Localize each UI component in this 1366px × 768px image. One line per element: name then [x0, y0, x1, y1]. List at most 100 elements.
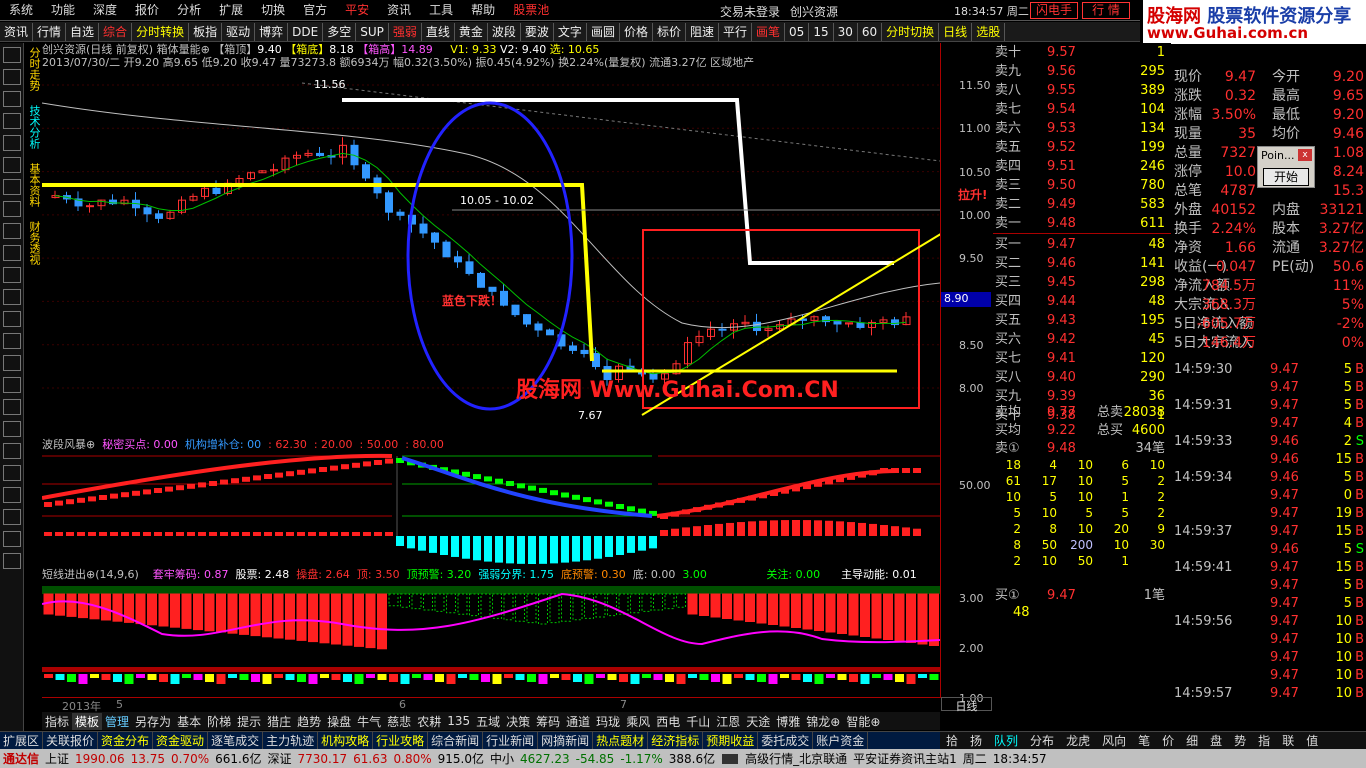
func-tab-13[interactable]: 预期收益: [703, 732, 759, 749]
vtab-0[interactable]: 分时走势: [26, 47, 41, 91]
menu-item-1[interactable]: 功能: [42, 0, 84, 21]
menu-item-4[interactable]: 分析: [168, 0, 210, 21]
indicator-tab-22[interactable]: 江恩: [713, 713, 743, 730]
toolbar-item-22[interactable]: 画笔: [752, 22, 786, 41]
toolbar-item-13[interactable]: 黄金: [455, 22, 488, 41]
left-tool-icon-9[interactable]: [3, 245, 21, 261]
indicator-tab-2[interactable]: 管理: [102, 713, 132, 730]
vtab-3[interactable]: 财务透视: [26, 221, 41, 265]
func-tab-4[interactable]: 逐笔成交: [208, 732, 264, 749]
left-tool-icon-10[interactable]: [3, 267, 21, 283]
right-tab-3[interactable]: 分布: [1024, 732, 1060, 749]
indicator-tab-11[interactable]: 慈悲: [384, 713, 414, 730]
toolbar-item-0[interactable]: 资讯: [0, 22, 34, 41]
toolbar-item-20[interactable]: 阻速: [686, 22, 719, 41]
left-tool-icon-17[interactable]: [3, 421, 21, 437]
vtab-1[interactable]: 技术分析: [26, 105, 41, 149]
menu-item-8[interactable]: 平安: [336, 0, 378, 21]
toolbar-item-12[interactable]: 直线: [422, 22, 455, 41]
indicator-tab-24[interactable]: 博雅: [773, 713, 803, 730]
toolbar-item-9[interactable]: 多空: [323, 22, 357, 41]
func-tab-1[interactable]: 关联报价: [43, 732, 99, 749]
indicator-tab-23[interactable]: 天途: [743, 713, 773, 730]
right-tab-8[interactable]: 细: [1180, 732, 1204, 749]
toolbar-item-19[interactable]: 标价: [653, 22, 686, 41]
func-tab-8[interactable]: 综合新闻: [428, 732, 484, 749]
menu-item-9[interactable]: 资讯: [378, 0, 420, 21]
left-tool-icon-19[interactable]: [3, 465, 21, 481]
func-tab-7[interactable]: 行业攻略: [373, 732, 429, 749]
toolbar-item-14[interactable]: 波段: [488, 22, 521, 41]
toolbar-item-18[interactable]: 价格: [620, 22, 653, 41]
menu-item-10[interactable]: 工具: [420, 0, 462, 21]
menu-item-12[interactable]: 股票池: [504, 0, 558, 21]
indicator-tab-5[interactable]: 阶梯: [204, 713, 234, 730]
func-tab-15[interactable]: 账户资金: [813, 732, 869, 749]
indicator-tab-12[interactable]: 农耕: [414, 713, 444, 730]
menu-item-3[interactable]: 报价: [126, 0, 168, 21]
left-tool-icon-6[interactable]: [3, 179, 21, 195]
left-tool-icon-16[interactable]: [3, 399, 21, 415]
indicator-tab-17[interactable]: 通道: [563, 713, 593, 730]
menu-item-2[interactable]: 深度: [84, 0, 126, 21]
indicator-tab-26[interactable]: 智能⊕: [843, 713, 883, 730]
indicator-tab-3[interactable]: 另存为: [132, 713, 174, 730]
indicator-tab-6[interactable]: 提示: [234, 713, 264, 730]
left-tool-icon-13[interactable]: [3, 333, 21, 349]
menu-item-0[interactable]: 系统: [0, 0, 42, 21]
right-tab-7[interactable]: 价: [1156, 732, 1180, 749]
right-tab-9[interactable]: 盘: [1204, 732, 1228, 749]
indicator-tab-21[interactable]: 千山: [683, 713, 713, 730]
indicator-tab-0[interactable]: 指标: [42, 713, 72, 730]
left-tool-icon-18[interactable]: [3, 443, 21, 459]
indicator-tab-4[interactable]: 基本: [174, 713, 204, 730]
func-tab-14[interactable]: 委托成交: [758, 732, 814, 749]
left-tool-icon-4[interactable]: [3, 135, 21, 151]
toolbar-item-3[interactable]: 综合: [99, 22, 133, 41]
indicator-tab-9[interactable]: 操盘: [324, 713, 354, 730]
left-tool-icon-3[interactable]: [3, 113, 21, 129]
indicator-tab-10[interactable]: 牛气: [354, 713, 384, 730]
left-tool-icon-21[interactable]: [3, 509, 21, 525]
toolbar-item-8[interactable]: DDE: [288, 22, 324, 41]
right-tab-2[interactable]: 队列: [988, 732, 1024, 749]
toolbar-item-27[interactable]: 分时切换: [882, 22, 940, 41]
indicator-tab-25[interactable]: 锦龙⊕: [803, 713, 843, 730]
func-tab-11[interactable]: 热点题材: [593, 732, 649, 749]
right-tab-0[interactable]: 拾: [940, 732, 964, 749]
right-tab-4[interactable]: 龙虎: [1060, 732, 1096, 749]
short-line-indicator[interactable]: [42, 564, 940, 697]
vtab-2[interactable]: 基本资料: [26, 163, 41, 207]
left-tool-icon-23[interactable]: [3, 553, 21, 569]
toolbar-item-7[interactable]: 博弈: [255, 22, 289, 41]
toolbar-item-15[interactable]: 要波: [521, 22, 554, 41]
toolbar-item-29[interactable]: 选股: [972, 22, 1006, 41]
toolbar-item-1[interactable]: 行情: [33, 22, 67, 41]
indicator-tab-19[interactable]: 乘风: [623, 713, 653, 730]
left-tool-icon-5[interactable]: [3, 157, 21, 173]
toolbar-item-10[interactable]: SUP: [356, 22, 389, 41]
left-tool-icon-22[interactable]: [3, 531, 21, 547]
indicator-tab-1[interactable]: 模板: [72, 712, 103, 730]
func-tab-10[interactable]: 网摘新闻: [538, 732, 594, 749]
left-tool-icon-15[interactable]: [3, 377, 21, 393]
toolbar-item-25[interactable]: 30: [834, 22, 858, 41]
indicator-tab-16[interactable]: 筹码: [533, 713, 563, 730]
left-tool-icon-12[interactable]: [3, 311, 21, 327]
toolbar-item-5[interactable]: 板指: [189, 22, 223, 41]
func-tab-9[interactable]: 行业新闻: [483, 732, 539, 749]
func-tab-2[interactable]: 资金分布: [98, 732, 154, 749]
toolbar-item-4[interactable]: 分时转换: [132, 22, 190, 41]
toolbar-item-26[interactable]: 60: [858, 22, 883, 41]
popup-start-button[interactable]: 开始: [1263, 168, 1309, 186]
toolbar-item-2[interactable]: 自选: [66, 22, 100, 41]
indicator-tab-7[interactable]: 猎庄: [264, 713, 294, 730]
left-tool-icon-8[interactable]: [3, 223, 21, 239]
indicator-tab-8[interactable]: 趋势: [294, 713, 324, 730]
toolbar-item-6[interactable]: 驱动: [222, 22, 256, 41]
func-tab-0[interactable]: 扩展区: [0, 732, 44, 749]
right-tab-6[interactable]: 笔: [1132, 732, 1156, 749]
left-tool-icon-2[interactable]: [3, 91, 21, 107]
left-tool-icon-0[interactable]: [3, 47, 21, 63]
left-tool-icon-20[interactable]: [3, 487, 21, 503]
